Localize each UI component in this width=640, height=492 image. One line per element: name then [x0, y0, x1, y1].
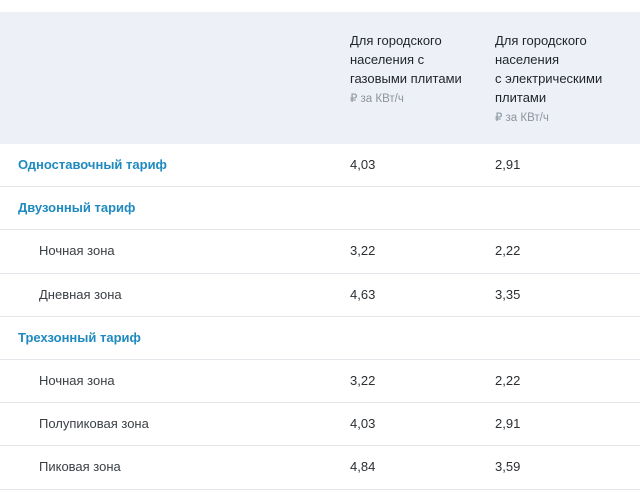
row-label: Ночная зона — [39, 373, 115, 389]
table-row-three-zone: Трехзонный тариф — [0, 317, 640, 360]
row-label-link[interactable]: Трехзонный тариф — [0, 330, 350, 346]
electric-value: 3,35 — [495, 286, 521, 302]
row-label: Дневная зона — [39, 286, 122, 302]
gas-value: 3,22 — [350, 373, 376, 389]
gas-value: 4,63 — [350, 286, 376, 302]
gas-value: 4,84 — [350, 459, 376, 475]
gas-value: 3,22 — [350, 243, 376, 259]
table-row-two-zone: Двузонный тариф — [0, 187, 640, 231]
header-gas-column: Для городского населения с газовыми плит… — [350, 12, 495, 144]
header-electric-title: Для городского населения с электрическим… — [495, 33, 603, 105]
header-electric-unit: ₽ за КВт/ч — [495, 112, 549, 124]
electric-value: 2,91 — [495, 157, 521, 173]
row-label: Полупиковая зона — [39, 416, 149, 432]
gas-value: 4,03 — [350, 416, 376, 432]
table-row: Полупиковая зона 4,03 2,91 — [0, 403, 640, 447]
row-label-link[interactable]: Двузонный тариф — [0, 200, 350, 216]
table-row: Дневная зона 4,63 3,35 — [0, 274, 640, 317]
header-empty-cell — [0, 12, 350, 144]
tariff-page: Для городского населения с газовыми плит… — [0, 0, 640, 492]
table-row: Ночная зона 3,22 2,22 — [0, 230, 640, 274]
table-header: Для городского населения с газовыми плит… — [0, 12, 640, 144]
row-label: Пиковая зона — [39, 459, 121, 475]
electric-value: 3,59 — [495, 459, 521, 475]
row-label-link[interactable]: Одноставочный тариф — [0, 157, 350, 173]
top-spacer — [0, 0, 640, 12]
tariff-table: Для городского населения с газовыми плит… — [0, 12, 640, 490]
electric-value: 2,91 — [495, 416, 521, 432]
table-row-single-rate: Одноставочный тариф 4,03 2,91 — [0, 144, 640, 188]
gas-value: 4,03 — [350, 157, 376, 173]
header-electric-column: Для городского населения с электрическим… — [495, 12, 640, 144]
header-gas-title: Для городского населения с газовыми плит… — [350, 33, 462, 86]
electric-value: 2,22 — [495, 373, 521, 389]
row-label: Ночная зона — [39, 243, 115, 259]
table-row: Пиковая зона 4,84 3,59 — [0, 446, 640, 490]
header-gas-unit: ₽ за КВт/ч — [350, 93, 404, 105]
electric-value: 2,22 — [495, 243, 521, 259]
table-row: Ночная зона 3,22 2,22 — [0, 360, 640, 404]
